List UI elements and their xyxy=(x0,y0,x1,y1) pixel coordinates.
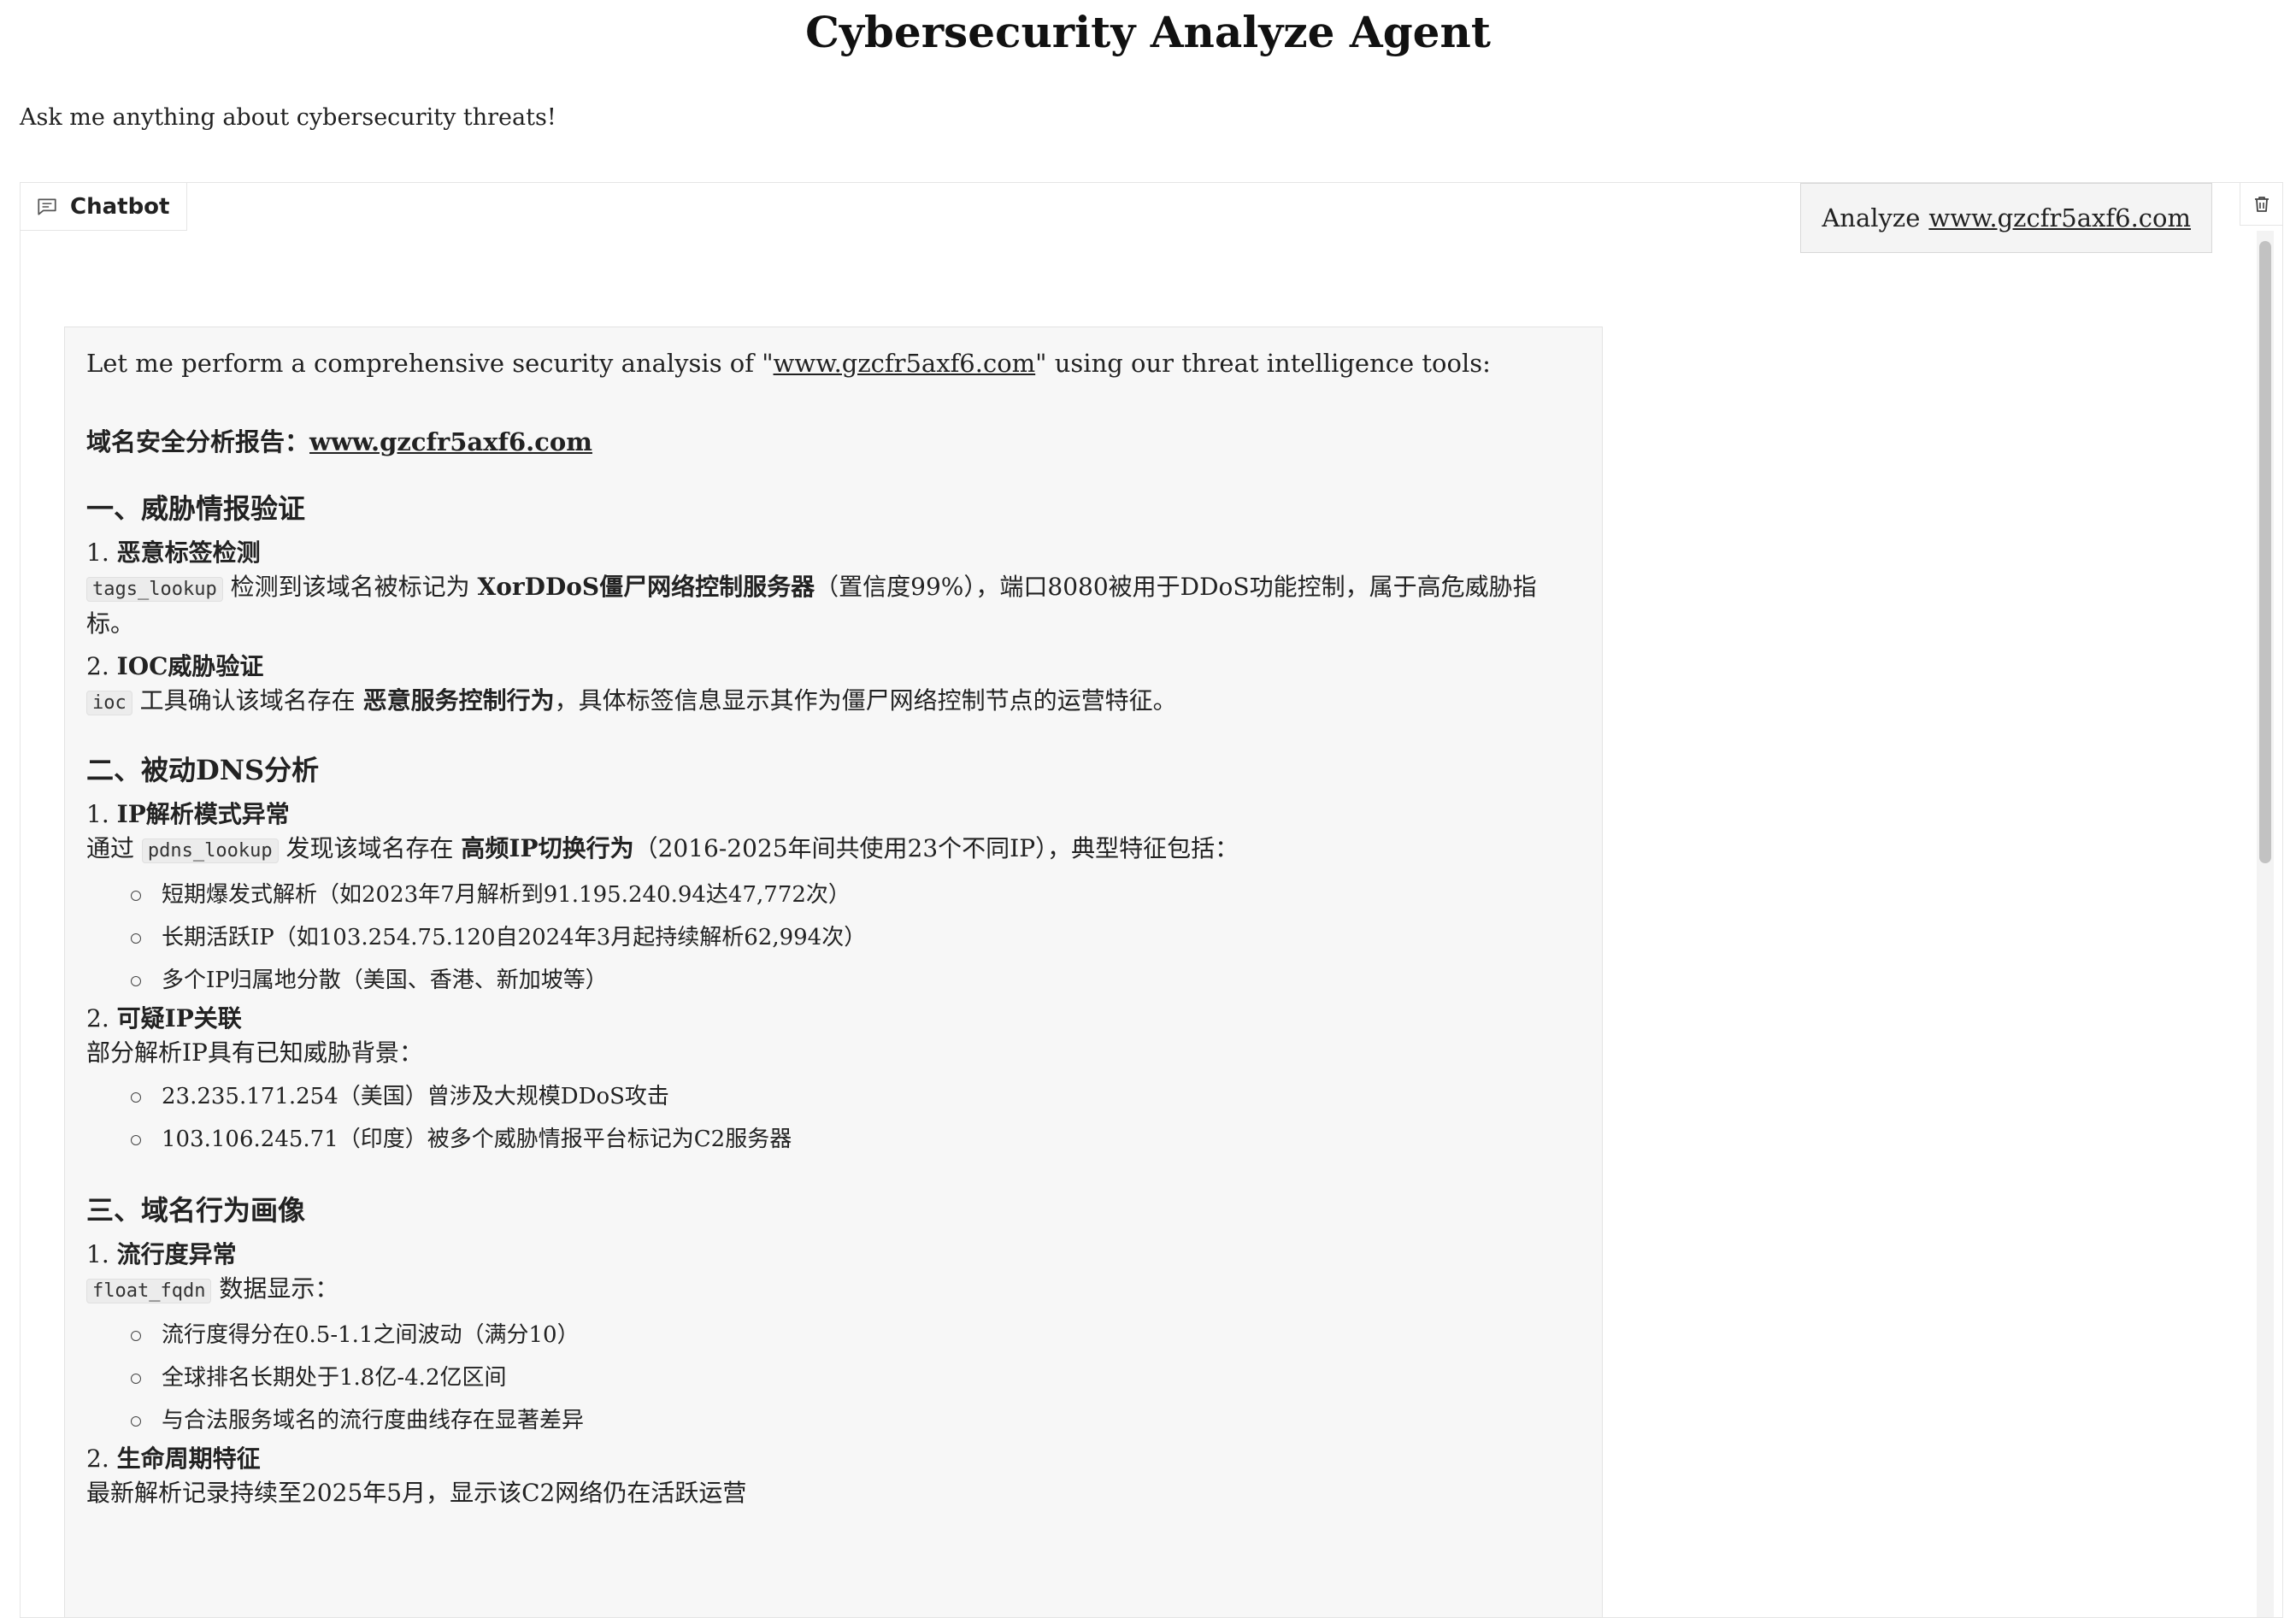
chat-scrollbar[interactable] xyxy=(2257,231,2274,1617)
s2-item2-heading: 2. 可疑IP关联 xyxy=(86,1002,1581,1036)
list-item: 全球排名长期处于1.8亿-4.2亿区间 xyxy=(131,1356,1581,1399)
s3-item2-num: 2. xyxy=(86,1444,109,1473)
s3-item1-list: 流行度得分在0.5-1.1之间波动（满分10） 全球排名长期处于1.8亿-4.2… xyxy=(86,1314,1581,1442)
bot-intro-link[interactable]: www.gzcfr5axf6.com xyxy=(774,349,1036,378)
list-item: 长期活跃IP（如103.254.75.120自2024年3月起持续解析62,99… xyxy=(131,916,1581,959)
user-message-link[interactable]: www.gzcfr5axf6.com xyxy=(1928,203,2191,232)
chat-bubble-icon xyxy=(38,197,56,215)
s2-item1-list: 短期爆发式解析（如2023年7月解析到91.195.240.94达47,772次… xyxy=(86,874,1581,1002)
bot-message: Let me perform a comprehensive security … xyxy=(64,327,1603,1617)
s2-item1-num: 1. xyxy=(86,800,109,828)
list-item: 103.106.245.71（印度）被多个威胁情报平台标记为C2服务器 xyxy=(131,1118,1581,1161)
s2-item1-bold: 高频IP切换行为 xyxy=(461,834,634,862)
s2-item1-text-b: （2016-2025年间共使用23个不同IP），典型特征包括： xyxy=(633,834,1239,862)
list-item: 多个IP归属地分散（美国、香港、新加坡等） xyxy=(131,959,1581,1002)
list-item: 与合法服务域名的流行度曲线存在显著差异 xyxy=(131,1399,1581,1442)
chat-scrollbar-thumb[interactable] xyxy=(2259,241,2271,863)
tags-lookup-code: tags_lookup xyxy=(86,577,223,602)
s1-item2-num: 2. xyxy=(86,652,109,680)
chatbot-panel: Chatbot Analyze www.gzcfr5axf6.com Let m… xyxy=(20,182,2283,1618)
s1-item1-title: 恶意标签检测 xyxy=(116,538,261,567)
s2-item1-text-a: 发现该域名存在 xyxy=(278,834,462,862)
s2-item1-heading: 1. IP解析模式异常 xyxy=(86,797,1581,832)
s3-item1-text-a: 数据显示： xyxy=(211,1274,339,1303)
user-message: Analyze www.gzcfr5axf6.com xyxy=(1800,183,2212,253)
list-item: 23.235.171.254（美国）曾涉及大规模DDoS攻击 xyxy=(131,1075,1581,1118)
s2-item1-text: 通过 pdns_lookup 发现该域名存在 高频IP切换行为（2016-202… xyxy=(86,832,1581,868)
s1-item1-heading: 1. 恶意标签检测 xyxy=(86,536,1581,570)
pdns-lookup-code: pdns_lookup xyxy=(141,838,279,863)
section-heading-3: 三、域名行为画像 xyxy=(86,1194,306,1227)
chatbot-label-text: Chatbot xyxy=(70,193,170,220)
s3-item2-text: 最新解析记录持续至2025年5月，显示该C2网络仍在活跃运营 xyxy=(86,1479,747,1507)
report-title: 域名安全分析报告：www.gzcfr5axf6.com xyxy=(86,425,1581,459)
s2-item2-title: 可疑IP关联 xyxy=(116,1004,242,1033)
user-message-prefix: Analyze xyxy=(1822,203,1921,232)
list-item: 短期爆发式解析（如2023年7月解析到91.195.240.94达47,772次… xyxy=(131,874,1581,916)
clear-chat-button[interactable] xyxy=(2240,183,2282,226)
s1-item2-bold: 恶意服务控制行为 xyxy=(362,686,555,715)
s2-item1-text-pre: 通过 xyxy=(86,834,142,862)
s2-item2-list: 23.235.171.254（美国）曾涉及大规模DDoS攻击 103.106.2… xyxy=(86,1075,1581,1161)
s2-item1-title: IP解析模式异常 xyxy=(116,800,290,828)
s1-item1-bold: XorDDoS僵尸网络控制服务器 xyxy=(477,573,815,601)
s1-item2-text-a: 工具确认该域名存在 xyxy=(132,686,363,715)
s1-item1-text-a: 检测到该域名被标记为 xyxy=(222,573,478,601)
bot-intro-pre: Let me perform a comprehensive security … xyxy=(86,349,774,378)
ioc-code: ioc xyxy=(86,691,132,715)
s3-item2-title: 生命周期特征 xyxy=(116,1444,261,1473)
s3-item2-heading: 2. 生命周期特征 xyxy=(86,1442,1581,1476)
s3-item1-title: 流行度异常 xyxy=(116,1240,237,1268)
s1-item2-text-b: ，具体标签信息显示其作为僵尸网络控制节点的运营特征。 xyxy=(554,686,1177,715)
trash-icon xyxy=(2254,196,2269,212)
float-fqdn-code: float_fqdn xyxy=(86,1279,212,1303)
s1-item1-num: 1. xyxy=(86,538,109,567)
s1-item1-text: tags_lookup 检测到该域名被标记为 XorDDoS僵尸网络控制服务器（… xyxy=(86,570,1581,641)
s1-item2-text: ioc 工具确认该域名存在 恶意服务控制行为，具体标签信息显示其作为僵尸网络控制… xyxy=(86,684,1581,721)
chatbot-label: Chatbot xyxy=(21,183,188,231)
report-title-link[interactable]: www.gzcfr5axf6.com xyxy=(309,427,592,456)
report-title-pre: 域名安全分析报告： xyxy=(86,427,310,456)
page-subtitle: Ask me anything about cybersecurity thre… xyxy=(20,104,556,131)
s2-item2-num: 2. xyxy=(86,1004,109,1033)
section-heading-1: 一、威胁情报验证 xyxy=(86,492,306,525)
bot-intro: Let me perform a comprehensive security … xyxy=(86,346,1581,380)
s1-item2-heading: 2. IOC威胁验证 xyxy=(86,650,1581,684)
s3-item1-num: 1. xyxy=(86,1240,109,1268)
page-title: Cybersecurity Analyze Agent xyxy=(805,7,1491,57)
section-heading-2: 二、被动DNS分析 xyxy=(86,754,320,786)
s3-item1-heading: 1. 流行度异常 xyxy=(86,1238,1581,1272)
bot-intro-post: " using our threat intelligence tools: xyxy=(1035,349,1491,378)
s2-item2-text: 部分解析IP具有已知威胁背景： xyxy=(86,1038,423,1067)
s3-item1-text: float_fqdn 数据显示： xyxy=(86,1272,1581,1309)
list-item: 流行度得分在0.5-1.1之间波动（满分10） xyxy=(131,1314,1581,1356)
s1-item2-title: IOC威胁验证 xyxy=(116,652,264,680)
